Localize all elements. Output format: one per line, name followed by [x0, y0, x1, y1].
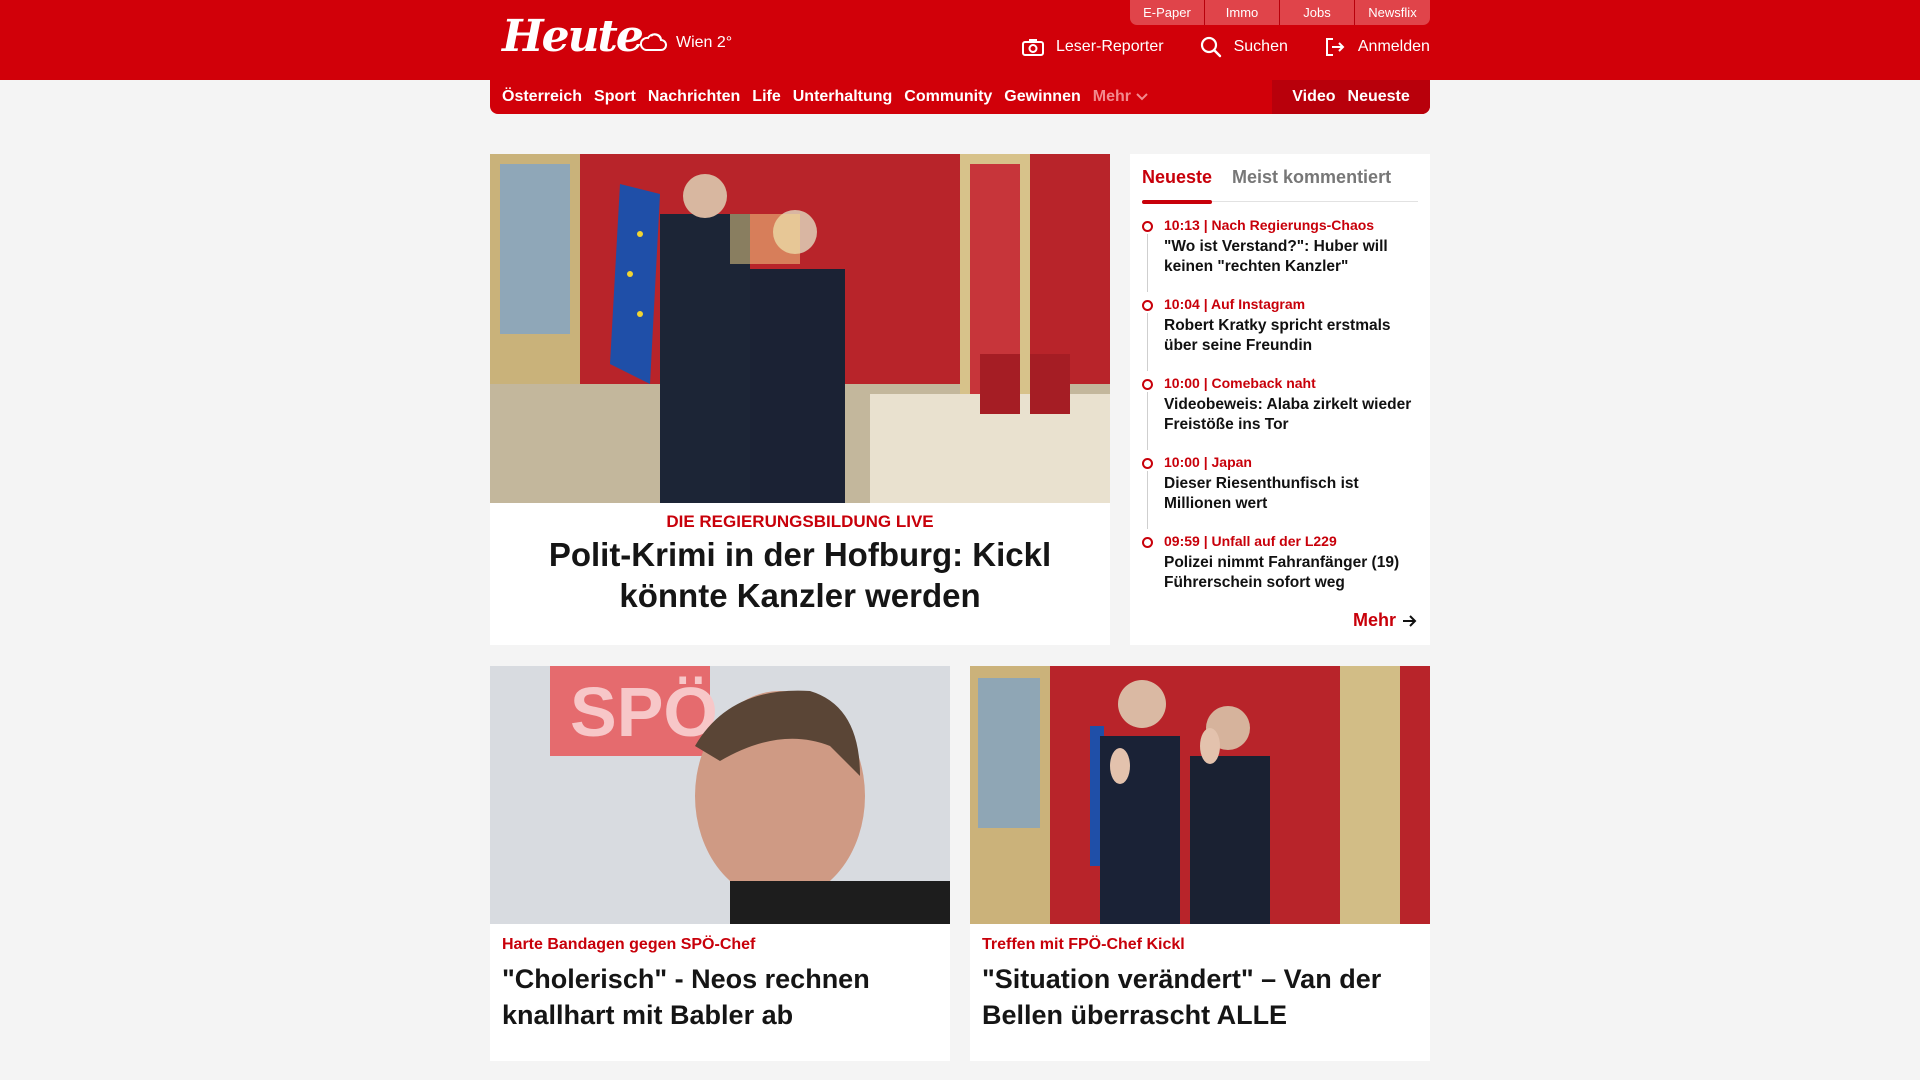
- list-item[interactable]: 10:13 | Nach Regierungs-Chaos "Wo ist Ve…: [1142, 216, 1420, 295]
- timeline-line: [1147, 313, 1148, 371]
- card-kicker: Treffen mit FPÖ-Chef Kickl: [982, 936, 1185, 953]
- news-meta: 10:04 | Auf Instagram: [1164, 296, 1306, 312]
- news-meta: 10:13 | Nach Regierungs-Chaos: [1164, 217, 1375, 233]
- list-item[interactable]: 10:00 | Comeback naht Videobeweis: Alaba…: [1142, 374, 1420, 453]
- chevron-down-icon: [1136, 93, 1148, 101]
- tab-meist-kommentiert[interactable]: Meist kommentiert: [1232, 160, 1391, 202]
- leser-reporter-label: Leser-Reporter: [1056, 38, 1164, 55]
- weather-label: Wien 2°: [676, 34, 733, 51]
- sidebar-more-link[interactable]: Mehr: [1353, 610, 1418, 631]
- sidebar-tabs: Neueste Meist kommentiert: [1142, 160, 1418, 204]
- login-icon: [1325, 38, 1345, 56]
- article-card[interactable]: SPÖ Harte Bandagen gegen SPÖ-Chef "Chole…: [490, 666, 950, 1061]
- list-item[interactable]: 10:00 | Japan Dieser Riesenthunfisch ist…: [1142, 453, 1420, 532]
- hero-kicker: DIE REGIERUNGSBILDUNG LIVE: [666, 512, 934, 531]
- article-image[interactable]: SPÖ: [490, 666, 950, 924]
- site-logo[interactable]: Heute: [502, 12, 644, 62]
- nav-item-sport[interactable]: Sport: [594, 88, 636, 106]
- news-title[interactable]: Videobeweis: Alaba zirkelt wieder Freist…: [1164, 395, 1420, 435]
- news-meta: 10:00 | Comeback naht: [1164, 375, 1316, 391]
- sidebar-more-label: Mehr: [1352, 610, 1396, 630]
- search-icon: [1200, 36, 1221, 58]
- search-button[interactable]: Suchen: [1200, 36, 1288, 58]
- nav-more-label: Mehr: [1092, 88, 1131, 105]
- news-title[interactable]: Robert Kratky spricht erstmals über sein…: [1164, 316, 1420, 356]
- list-item[interactable]: 09:59 | Unfall auf der L229 Polizei nimm…: [1142, 532, 1420, 611]
- search-label: Suchen: [1233, 38, 1288, 55]
- tab-newsflix[interactable]: Newsflix: [1355, 0, 1430, 25]
- timeline-dot-icon: [1142, 458, 1153, 469]
- top-service-tabs: E-Paper Immo Jobs Newsflix: [1130, 0, 1430, 25]
- login-label: Anmelden: [1357, 38, 1430, 55]
- main-navigation: Österreich Sport Nachrichten Life Unterh…: [490, 80, 1430, 114]
- card-kicker: Harte Bandagen gegen SPÖ-Chef: [502, 936, 756, 953]
- hero-title[interactable]: Polit-Krimi in der Hofburg: Kickl könnte…: [495, 534, 1105, 616]
- news-meta: 10:00 | Japan: [1164, 454, 1252, 470]
- news-title[interactable]: Dieser Riesenthunfisch ist Millionen wer…: [1164, 474, 1420, 514]
- timeline-dot-icon: [1142, 221, 1153, 232]
- nav-item-neueste[interactable]: Neueste: [1348, 88, 1410, 106]
- news-title[interactable]: Polizei nimmt Fahranfänger (19) Führersc…: [1164, 553, 1420, 593]
- tab-epaper[interactable]: E-Paper: [1130, 0, 1205, 25]
- nav-item-community[interactable]: Community: [904, 88, 992, 106]
- timeline-line: [1147, 392, 1148, 450]
- timeline-line: [1147, 471, 1148, 529]
- camera-icon: [1022, 39, 1044, 56]
- news-title[interactable]: "Wo ist Verstand?": Huber will keinen "r…: [1164, 237, 1420, 277]
- tab-jobs[interactable]: Jobs: [1280, 0, 1355, 25]
- timeline-dot-icon: [1142, 537, 1153, 548]
- login-button[interactable]: Anmelden: [1324, 37, 1430, 57]
- news-meta: 09:59 | Unfall auf der L229: [1164, 533, 1337, 549]
- weather-widget[interactable]: Wien 2°: [638, 28, 732, 58]
- news-ticker-list: 10:13 | Nach Regierungs-Chaos "Wo ist Ve…: [1142, 216, 1420, 611]
- nav-right-group: Video Neueste: [1272, 80, 1430, 114]
- list-item[interactable]: 10:04 | Auf Instagram Robert Kratky spri…: [1142, 295, 1420, 374]
- header-actions: Leser-Reporter Suchen Anmelden: [1022, 32, 1430, 62]
- article-card[interactable]: Treffen mit FPÖ-Chef Kickl "Situation ve…: [970, 666, 1430, 1061]
- article-image[interactable]: [970, 666, 1430, 924]
- hero-image[interactable]: [490, 154, 1110, 503]
- timeline-line: [1147, 234, 1148, 292]
- nav-item-oesterreich[interactable]: Österreich: [502, 88, 582, 106]
- timeline-dot-icon: [1142, 379, 1153, 390]
- nav-item-life[interactable]: Life: [752, 88, 780, 106]
- nav-item-video[interactable]: Video: [1292, 88, 1335, 106]
- card-image-lettering: SPÖ: [570, 673, 718, 751]
- nav-item-nachrichten[interactable]: Nachrichten: [648, 88, 740, 106]
- leser-reporter-button[interactable]: Leser-Reporter: [1022, 38, 1164, 56]
- timeline-dot-icon: [1142, 300, 1153, 311]
- site-header: [0, 0, 1920, 80]
- nav-item-gewinnen[interactable]: Gewinnen: [1004, 88, 1080, 106]
- card-title[interactable]: "Cholerisch" - Neos rechnen knallhart mi…: [502, 961, 938, 1033]
- hero-article[interactable]: DIE REGIERUNGSBILDUNG LIVE Polit-Krimi i…: [490, 154, 1110, 645]
- tab-neueste[interactable]: Neueste: [1142, 160, 1213, 204]
- nav-more-dropdown[interactable]: Mehr: [1093, 88, 1149, 106]
- card-title[interactable]: "Situation verändert" – Van der Bellen ü…: [982, 961, 1418, 1033]
- arrow-right-icon: [1403, 614, 1417, 627]
- news-sidebar: Neueste Meist kommentiert 10:13 | Nach R…: [1130, 154, 1430, 645]
- cloud-icon: [639, 33, 667, 51]
- tab-immo[interactable]: Immo: [1205, 0, 1280, 25]
- nav-item-unterhaltung[interactable]: Unterhaltung: [793, 88, 893, 106]
